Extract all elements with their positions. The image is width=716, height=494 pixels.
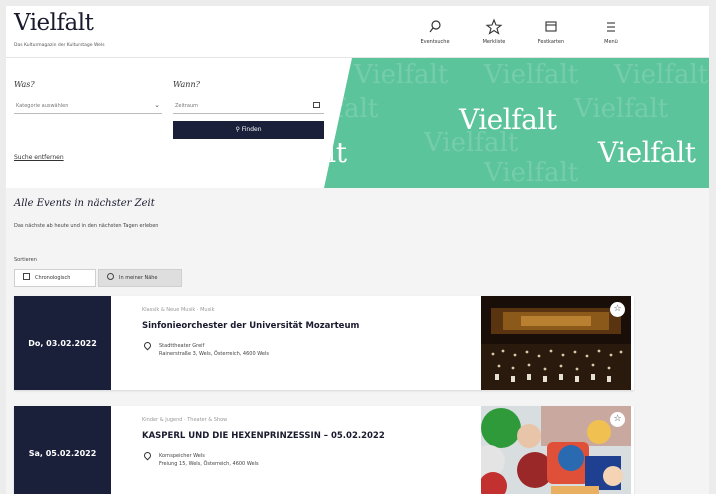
chevron-down-icon: ⌄ xyxy=(154,101,160,109)
section-title: Alle Events in nächster Zeit xyxy=(14,198,155,209)
category-select[interactable]: Kategorie auswählen ⌄ xyxy=(14,98,162,114)
ticket-icon xyxy=(526,18,576,36)
venue-address: Freiung 15, Wels, Österreich, 4600 Wels xyxy=(159,461,259,467)
nav-label: Merkliste xyxy=(482,39,506,45)
nav-label: Menü xyxy=(604,39,618,45)
hero-pattern-word: Vielfalt xyxy=(354,60,449,90)
event-image-orchestra[interactable]: ☆ xyxy=(481,296,631,390)
event-date: Sa, 05.02.2022 xyxy=(14,406,111,494)
star-icon xyxy=(469,18,519,36)
sort-nearby-button[interactable]: In meiner Nähe xyxy=(98,269,182,287)
event-category: Klassik & Neue Musik · Musik xyxy=(142,307,215,313)
nav-label: Eventsuche xyxy=(420,39,450,45)
nav-eventsuche[interactable]: Eventsuche xyxy=(410,18,460,45)
when-label: Wann? xyxy=(173,80,200,89)
header: Vielfalt Das Kulturmagazin der Kultursta… xyxy=(6,6,709,58)
sort-chronological-button[interactable]: Chronologisch xyxy=(14,269,96,287)
date-field[interactable]: Zeitraum xyxy=(173,98,324,114)
reset-search-link[interactable]: Suche entfernen xyxy=(14,154,64,161)
event-venue: Stadttheater Greif Rainerstraße 3, Wels,… xyxy=(159,342,269,358)
venue-name: Stadttheater Greif xyxy=(159,343,205,349)
nav-festkarten[interactable]: Festkarten xyxy=(526,18,576,45)
what-label: Was? xyxy=(14,80,35,89)
event-card[interactable]: Do, 03.02.2022 Klassik & Neue Musik · Mu… xyxy=(14,296,634,390)
nav-merkliste[interactable]: Merkliste xyxy=(469,18,519,45)
hero-pattern-word: Vielfalt xyxy=(484,60,579,90)
tagline: Das Kulturmagazin der Kulturstage Wels xyxy=(14,43,105,48)
venue-address: Rainerstraße 3, Wels, Österreich, 4600 W… xyxy=(159,351,269,357)
nav-label: Festkarten xyxy=(537,39,565,45)
calendar-icon xyxy=(23,273,30,280)
event-image-puppets[interactable]: ☆ xyxy=(481,406,631,494)
hero-logo: Vielfalt xyxy=(598,136,696,169)
hero-banner: Vielfalt Vielfalt Vielfalt Vielfalt Viel… xyxy=(324,58,709,188)
find-button-label: Finden xyxy=(241,126,262,133)
location-pin-icon xyxy=(142,450,153,461)
page: Vielfalt Das Kulturmagazin der Kultursta… xyxy=(6,6,709,494)
favorite-star-icon[interactable]: ☆ xyxy=(610,302,625,317)
event-title[interactable]: KASPERL UND DIE HEXENPRINZESSIN – 05.02.… xyxy=(142,431,385,441)
nav-menu[interactable]: Menü xyxy=(586,18,636,45)
event-card[interactable]: Sa, 05.02.2022 Kinder & Jugend · Theater… xyxy=(14,406,634,494)
find-button[interactable]: ⚲ Finden xyxy=(173,121,324,139)
event-title[interactable]: Sinfonieorchester der Universität Mozart… xyxy=(142,321,359,331)
hero-pattern-word: Vielfalt xyxy=(484,158,579,188)
sort-option-label: In meiner Nähe xyxy=(119,275,158,281)
events-section: Alle Events in nächster Zeit Das nächste… xyxy=(6,188,709,494)
event-venue: Kornspeicher Wels Freiung 15, Wels, Öste… xyxy=(159,452,259,468)
hero-pattern-word: Vielfalt xyxy=(614,60,709,90)
search-icon xyxy=(410,18,460,36)
section-subtitle: Das nächste ab heute und in den nächsten… xyxy=(14,223,159,229)
location-icon xyxy=(107,273,114,280)
sort-label: Sortieren xyxy=(14,257,37,263)
hero-pattern-word: Vielfalt xyxy=(574,94,669,124)
venue-name: Kornspeicher Wels xyxy=(159,453,205,459)
menu-icon xyxy=(586,18,636,36)
date-placeholder: Zeitraum xyxy=(175,103,199,109)
hero-logo: Vielfalt xyxy=(459,103,557,136)
logo[interactable]: Vielfalt xyxy=(14,10,94,36)
favorite-star-icon[interactable]: ☆ xyxy=(610,412,625,427)
event-date: Do, 03.02.2022 xyxy=(14,296,111,390)
category-placeholder: Kategorie auswählen xyxy=(16,103,69,109)
sort-option-label: Chronologisch xyxy=(35,275,71,281)
location-pin-icon xyxy=(142,340,153,351)
event-category: Kinder & Jugend · Theater & Show xyxy=(142,417,228,423)
calendar-icon xyxy=(313,102,320,108)
